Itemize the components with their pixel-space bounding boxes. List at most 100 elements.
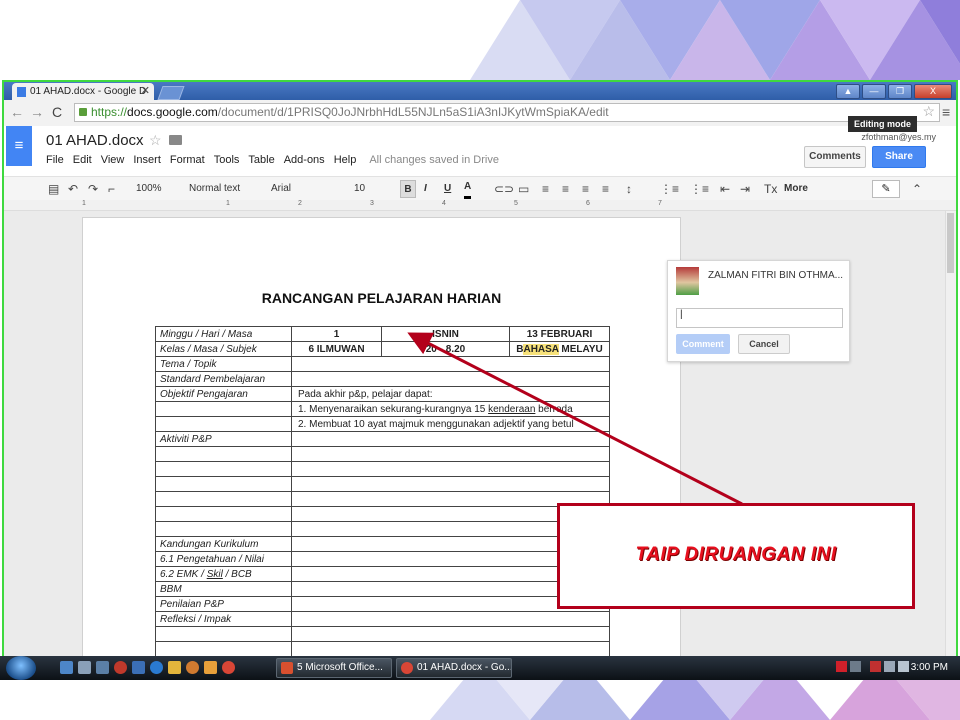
- collapse-icon[interactable]: ⌃: [912, 180, 922, 198]
- table-cell[interactable]: [291, 641, 610, 656]
- comment-submit-button[interactable]: Comment: [676, 334, 730, 354]
- scrollbar-thumb[interactable]: [947, 213, 954, 273]
- align-right-icon[interactable]: ≡: [582, 180, 589, 198]
- ie-icon[interactable]: [150, 661, 163, 674]
- forward-arrow-icon[interactable]: →: [30, 104, 44, 120]
- redo-icon[interactable]: ↷: [88, 180, 98, 198]
- menu-insert[interactable]: Insert: [133, 154, 161, 166]
- style-select[interactable]: Normal text: [189, 180, 240, 198]
- table-cell[interactable]: Standard Pembelajaran: [155, 371, 292, 387]
- menu-addons[interactable]: Add-ons: [284, 154, 325, 166]
- font-select[interactable]: Arial: [271, 180, 291, 198]
- table-cell[interactable]: Tema / Topik: [155, 356, 292, 372]
- user-icon[interactable]: ▲: [836, 84, 860, 99]
- table-cell[interactable]: Kelas / Masa / Subjek: [155, 341, 292, 357]
- print-icon[interactable]: ▤: [48, 180, 59, 198]
- align-left-icon[interactable]: ≡: [542, 180, 549, 198]
- tray-icon[interactable]: [836, 661, 847, 672]
- table-cell[interactable]: Pada akhir p&p, pelajar dapat:: [291, 386, 610, 402]
- underline-button[interactable]: U: [444, 180, 451, 198]
- comments-button[interactable]: Comments: [804, 146, 866, 168]
- menu-help[interactable]: Help: [334, 154, 357, 166]
- table-cell[interactable]: BBM: [155, 581, 292, 597]
- maximize-button[interactable]: ❐: [888, 84, 912, 99]
- more-button[interactable]: More: [784, 180, 808, 198]
- table-cell[interactable]: 2. Membuat 10 ayat majmuk menggunakan ad…: [291, 416, 610, 432]
- menu-file[interactable]: File: [46, 154, 64, 166]
- app-icon[interactable]: [132, 661, 145, 674]
- app-icon[interactable]: [204, 661, 217, 674]
- app-icon[interactable]: [114, 661, 127, 674]
- menu-format[interactable]: Format: [170, 154, 205, 166]
- comment-cancel-button[interactable]: Cancel: [738, 334, 790, 354]
- font-size-select[interactable]: 10: [354, 180, 365, 198]
- volume-icon[interactable]: [898, 661, 909, 672]
- table-cell[interactable]: [291, 446, 610, 462]
- bookmark-star-icon[interactable]: ☆: [922, 104, 935, 120]
- recycle-icon[interactable]: [78, 661, 91, 674]
- tray-icon[interactable]: [850, 661, 861, 672]
- taskbar-item-office[interactable]: 5 Microsoft Office...: [276, 658, 392, 678]
- table-cell[interactable]: 6 ILMUWAN: [291, 341, 382, 357]
- table-cell[interactable]: ISNIN: [381, 326, 510, 342]
- decrease-indent-icon[interactable]: ⇤: [720, 180, 730, 198]
- star-icon[interactable]: ☆: [149, 132, 162, 149]
- address-bar[interactable]: https://docs.google.com/document/d/1PRIS…: [74, 103, 940, 122]
- table-cell[interactable]: [291, 476, 610, 492]
- tray-icon[interactable]: [870, 661, 881, 672]
- table-cell[interactable]: [291, 626, 610, 642]
- save-status[interactable]: All changes saved in Drive: [369, 154, 499, 166]
- table-cell[interactable]: 6.1 Pengetahuan / Nilai: [155, 551, 292, 567]
- numbered-list-icon[interactable]: ⋮≡: [660, 180, 679, 198]
- table-cell[interactable]: Objektif Pengajaran: [155, 386, 292, 402]
- table-cell[interactable]: Minggu / Hari / Masa: [155, 326, 292, 342]
- table-cell[interactable]: [155, 476, 292, 492]
- undo-icon[interactable]: ↶: [68, 180, 78, 198]
- table-cell[interactable]: 20 - 8.20: [381, 341, 510, 357]
- chrome-icon[interactable]: [222, 661, 235, 674]
- bold-button[interactable]: B: [400, 180, 416, 198]
- table-cell[interactable]: [155, 641, 292, 656]
- table-cell[interactable]: [155, 521, 292, 537]
- chrome-menu-icon[interactable]: ≡: [942, 104, 950, 120]
- table-cell[interactable]: Penilaian P&P: [155, 596, 292, 612]
- tab-close-icon[interactable]: ✕: [141, 83, 150, 100]
- minimize-button[interactable]: —: [862, 84, 886, 99]
- network-icon[interactable]: [884, 661, 895, 672]
- clock[interactable]: 3:00 PM: [911, 662, 948, 673]
- editing-mode-button[interactable]: ✎: [872, 180, 900, 198]
- vertical-scrollbar[interactable]: [945, 211, 956, 656]
- justify-icon[interactable]: ≡: [602, 180, 609, 198]
- table-cell[interactable]: 6.2 EMK / Skil / BCB: [155, 566, 292, 582]
- line-spacing-icon[interactable]: ↕: [626, 180, 632, 198]
- table-cell[interactable]: BAHASA MELAYU: [509, 341, 610, 357]
- table-cell[interactable]: [155, 491, 292, 507]
- comment-icon[interactable]: ▭: [518, 180, 529, 198]
- table-cell[interactable]: [155, 626, 292, 642]
- menu-view[interactable]: View: [101, 154, 125, 166]
- table-cell[interactable]: [291, 431, 610, 447]
- table-cell[interactable]: 1. Menyenaraikan sekurang-kurangnya 15 k…: [291, 401, 610, 417]
- start-button-icon[interactable]: [6, 656, 36, 680]
- link-icon[interactable]: ⊂⊃: [494, 180, 514, 198]
- table-cell[interactable]: [291, 461, 610, 477]
- zoom-select[interactable]: 100%: [136, 180, 162, 198]
- italic-button[interactable]: I: [424, 180, 427, 198]
- paint-format-icon[interactable]: ⌐: [108, 180, 115, 198]
- table-cell[interactable]: [155, 446, 292, 462]
- align-center-icon[interactable]: ≡: [562, 180, 569, 198]
- table-cell[interactable]: Refleksi / Impak: [155, 611, 292, 627]
- folder-icon[interactable]: [169, 135, 182, 145]
- new-tab-button[interactable]: [157, 86, 185, 100]
- reload-icon[interactable]: C: [52, 104, 62, 120]
- table-cell[interactable]: [291, 371, 610, 387]
- document-heading[interactable]: RANCANGAN PELAJARAN HARIAN: [83, 290, 680, 306]
- show-desktop-icon[interactable]: [60, 661, 73, 674]
- table-cell[interactable]: [291, 611, 610, 627]
- browser-tab[interactable]: 01 AHAD.docx - Google D ✕: [12, 83, 154, 100]
- table-cell[interactable]: [155, 416, 292, 432]
- table-cell[interactable]: [155, 461, 292, 477]
- table-cell[interactable]: Aktiviti P&P: [155, 431, 292, 447]
- explorer-icon[interactable]: [96, 661, 109, 674]
- app-icon[interactable]: [186, 661, 199, 674]
